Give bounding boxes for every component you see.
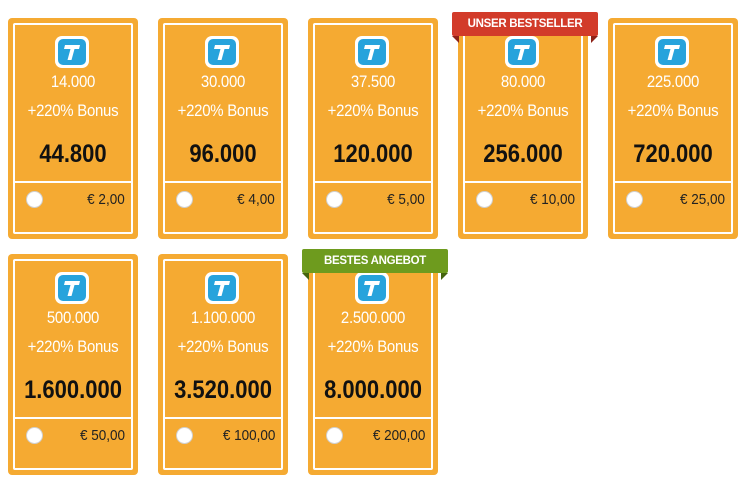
- best-offer-ribbon: BESTES ANGEBOT: [302, 249, 448, 280]
- package-card-4[interactable]: 80.000 +220% Bonus 256.000 € 10,00: [458, 18, 588, 239]
- ribbon-fold: [302, 273, 309, 280]
- card-frame: 225.000 +220% Bonus 720.000 € 25,00: [613, 23, 733, 234]
- price: € 100,00: [222, 427, 275, 444]
- total-coins: 120.000: [333, 140, 413, 168]
- card-frame: 80.000 +220% Bonus 256.000 € 10,00: [463, 23, 583, 234]
- card-divider: [315, 181, 431, 183]
- card-frame: 14.000 +220% Bonus 44.800 € 2,00: [13, 23, 133, 234]
- coin-amount: 37.500: [350, 72, 396, 91]
- bonus-label: +220% Bonus: [327, 337, 419, 356]
- total-coins: 256.000: [483, 140, 563, 168]
- price: € 2,00: [87, 191, 125, 208]
- package-card-5[interactable]: 225.000 +220% Bonus 720.000 € 25,00: [608, 18, 738, 239]
- bonus-label: +220% Bonus: [177, 337, 269, 356]
- card-frame: 2.500.000 +220% Bonus 8.000.000 € 200,00: [313, 259, 433, 470]
- t-coin-icon: [55, 272, 89, 304]
- card-divider: [615, 181, 731, 183]
- total-coins: 44.800: [39, 140, 107, 168]
- coin-amount: 80.000: [500, 72, 546, 91]
- card-frame: 30.000 +220% Bonus 96.000 € 4,00: [163, 23, 283, 234]
- select-radio[interactable]: [326, 427, 343, 444]
- coin-amount: 14.000: [50, 72, 96, 91]
- card-divider: [15, 181, 131, 183]
- t-coin-icon: [355, 272, 389, 304]
- select-radio[interactable]: [326, 191, 343, 208]
- select-radio[interactable]: [26, 427, 43, 444]
- coin-amount: 2.500.000: [340, 308, 406, 327]
- coin-amount: 225.000: [646, 72, 700, 91]
- price: € 50,00: [79, 427, 125, 444]
- price: € 4,00: [237, 191, 275, 208]
- coin-amount: 30.000: [200, 72, 246, 91]
- card-frame: 500.000 +220% Bonus 1.600.000 € 50,00: [13, 259, 133, 470]
- bonus-label: +220% Bonus: [27, 337, 119, 356]
- package-card-6[interactable]: 500.000 +220% Bonus 1.600.000 € 50,00: [8, 254, 138, 475]
- price: € 5,00: [387, 191, 425, 208]
- coin-amount: 1.100.000: [190, 308, 256, 327]
- coin-amount: 500.000: [46, 308, 100, 327]
- bonus-label: +220% Bonus: [177, 101, 269, 120]
- total-coins: 720.000: [633, 140, 713, 168]
- package-card-2[interactable]: 30.000 +220% Bonus 96.000 € 4,00: [158, 18, 288, 239]
- card-divider: [315, 417, 431, 419]
- card-divider: [165, 181, 281, 183]
- price: € 10,00: [529, 191, 575, 208]
- t-coin-icon: [355, 36, 389, 68]
- ribbon-fold: [441, 273, 448, 280]
- t-coin-icon: [55, 36, 89, 68]
- bonus-label: +220% Bonus: [27, 101, 119, 120]
- package-card-3[interactable]: 37.500 +220% Bonus 120.000 € 5,00: [308, 18, 438, 239]
- bonus-label: +220% Bonus: [327, 101, 419, 120]
- t-coin-icon: [205, 36, 239, 68]
- ribbon-fold: [591, 36, 598, 43]
- card-frame: 1.100.000 +220% Bonus 3.520.000 € 100,00: [163, 259, 283, 470]
- total-coins: 96.000: [189, 140, 257, 168]
- card-divider: [165, 417, 281, 419]
- ribbon-label: UNSER BESTSELLER: [467, 18, 583, 30]
- total-coins: 3.520.000: [174, 376, 272, 404]
- price: € 25,00: [679, 191, 725, 208]
- select-radio[interactable]: [176, 427, 193, 444]
- t-coin-icon: [205, 272, 239, 304]
- bonus-label: +220% Bonus: [627, 101, 719, 120]
- total-coins: 8.000.000: [324, 376, 422, 404]
- card-divider: [15, 417, 131, 419]
- bonus-label: +220% Bonus: [477, 101, 569, 120]
- select-radio[interactable]: [26, 191, 43, 208]
- t-coin-icon: [505, 36, 539, 68]
- card-frame: 37.500 +220% Bonus 120.000 € 5,00: [313, 23, 433, 234]
- ribbon-label: BESTES ANGEBOT: [323, 255, 427, 267]
- package-card-8[interactable]: 2.500.000 +220% Bonus 8.000.000 € 200,00: [308, 254, 438, 475]
- package-card-7[interactable]: 1.100.000 +220% Bonus 3.520.000 € 100,00: [158, 254, 288, 475]
- card-divider: [465, 181, 581, 183]
- select-radio[interactable]: [626, 191, 643, 208]
- total-coins: 1.600.000: [24, 376, 122, 404]
- price: € 200,00: [372, 427, 425, 444]
- bestseller-ribbon: UNSER BESTSELLER: [452, 12, 598, 43]
- select-radio[interactable]: [176, 191, 193, 208]
- select-radio[interactable]: [476, 191, 493, 208]
- ribbon-fold: [452, 36, 459, 43]
- package-card-1[interactable]: 14.000 +220% Bonus 44.800 € 2,00: [8, 18, 138, 239]
- t-coin-icon: [655, 36, 689, 68]
